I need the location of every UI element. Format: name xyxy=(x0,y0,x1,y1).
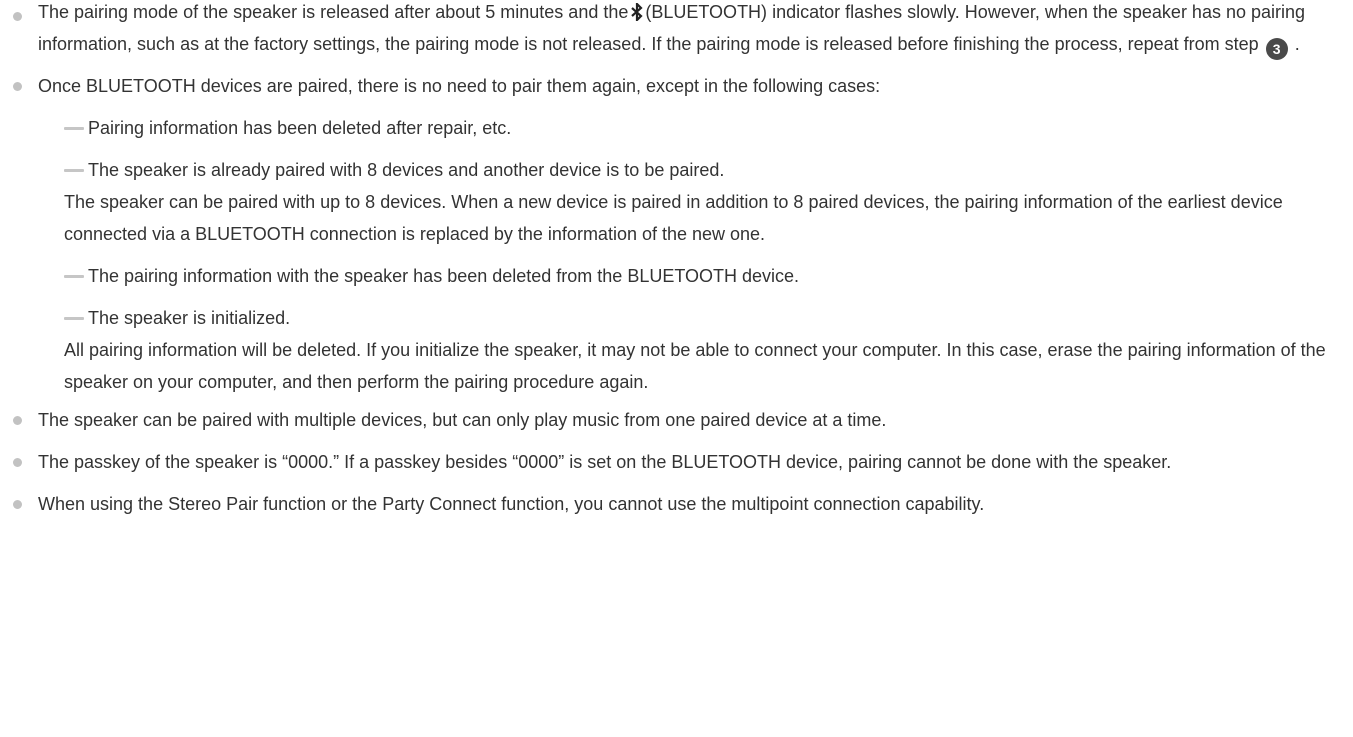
note-text: The speaker can be paired with multiple … xyxy=(38,410,887,430)
bullet-icon xyxy=(13,82,22,91)
dash-icon xyxy=(64,275,84,278)
case-detail: All pairing information will be deleted.… xyxy=(64,340,1326,392)
note-text: Once BLUETOOTH devices are paired, there… xyxy=(38,76,881,96)
case-title: The pairing information with the speaker… xyxy=(88,266,800,286)
case-title: The speaker is already paired with 8 dev… xyxy=(88,160,725,180)
bullet-icon xyxy=(13,416,22,425)
case-title: The speaker is initialized. xyxy=(88,308,291,328)
dash-icon xyxy=(64,127,84,130)
case-item: The pairing information with the speaker… xyxy=(0,260,1353,292)
dash-icon xyxy=(64,169,84,172)
case-detail: The speaker can be paired with up to 8 d… xyxy=(64,192,1283,244)
dash-icon xyxy=(64,317,84,320)
note-passkey: The passkey of the speaker is “0000.” If… xyxy=(0,446,1353,478)
case-item: The speaker is initialized. All pairing … xyxy=(0,302,1353,398)
bullet-icon xyxy=(13,458,22,467)
step-number-badge: 3 xyxy=(1265,38,1288,60)
case-item: Pairing information has been deleted aft… xyxy=(0,112,1353,144)
note-text-part: The pairing mode of the speaker is relea… xyxy=(38,2,629,22)
note-text: The passkey of the speaker is “0000.” If… xyxy=(38,452,1172,472)
note-stereo-pair: When using the Stereo Pair function or t… xyxy=(0,488,1353,520)
notes-section: The pairing mode of the speaker is relea… xyxy=(0,0,1353,520)
bluetooth-label: (BLUETOOTH) xyxy=(645,2,768,22)
case-item: The speaker is already paired with 8 dev… xyxy=(0,154,1353,250)
bullet-icon xyxy=(13,12,22,21)
note-pairing-mode: The pairing mode of the speaker is relea… xyxy=(0,0,1353,60)
note-text: The pairing mode of the speaker is relea… xyxy=(38,0,1345,60)
bluetooth-icon xyxy=(631,3,643,21)
case-title: Pairing information has been deleted aft… xyxy=(88,118,512,138)
note-pairing-repeat: Once BLUETOOTH devices are paired, there… xyxy=(0,70,1353,102)
note-multiple-devices: The speaker can be paired with multiple … xyxy=(0,404,1353,436)
note-text: When using the Stereo Pair function or t… xyxy=(38,494,985,514)
note-text-part: . xyxy=(1289,34,1300,54)
bullet-icon xyxy=(13,500,22,509)
